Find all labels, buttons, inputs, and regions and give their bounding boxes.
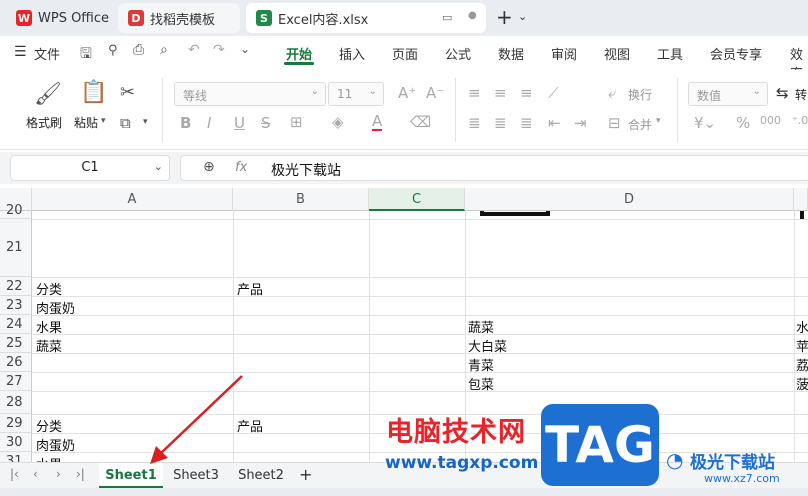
watermark-tag-badge: TAG bbox=[541, 404, 659, 486]
arrow-shaft bbox=[159, 375, 243, 455]
watermark-url: www.tagxp.com bbox=[385, 453, 539, 473]
watermark-brand: 极光下载站 bbox=[690, 453, 775, 473]
watermark-brand-url: www.xz7.com bbox=[704, 472, 780, 485]
watermark-site-name: 电脑技术网 bbox=[386, 417, 526, 448]
aurora-logo-icon: ◔ bbox=[666, 448, 684, 472]
